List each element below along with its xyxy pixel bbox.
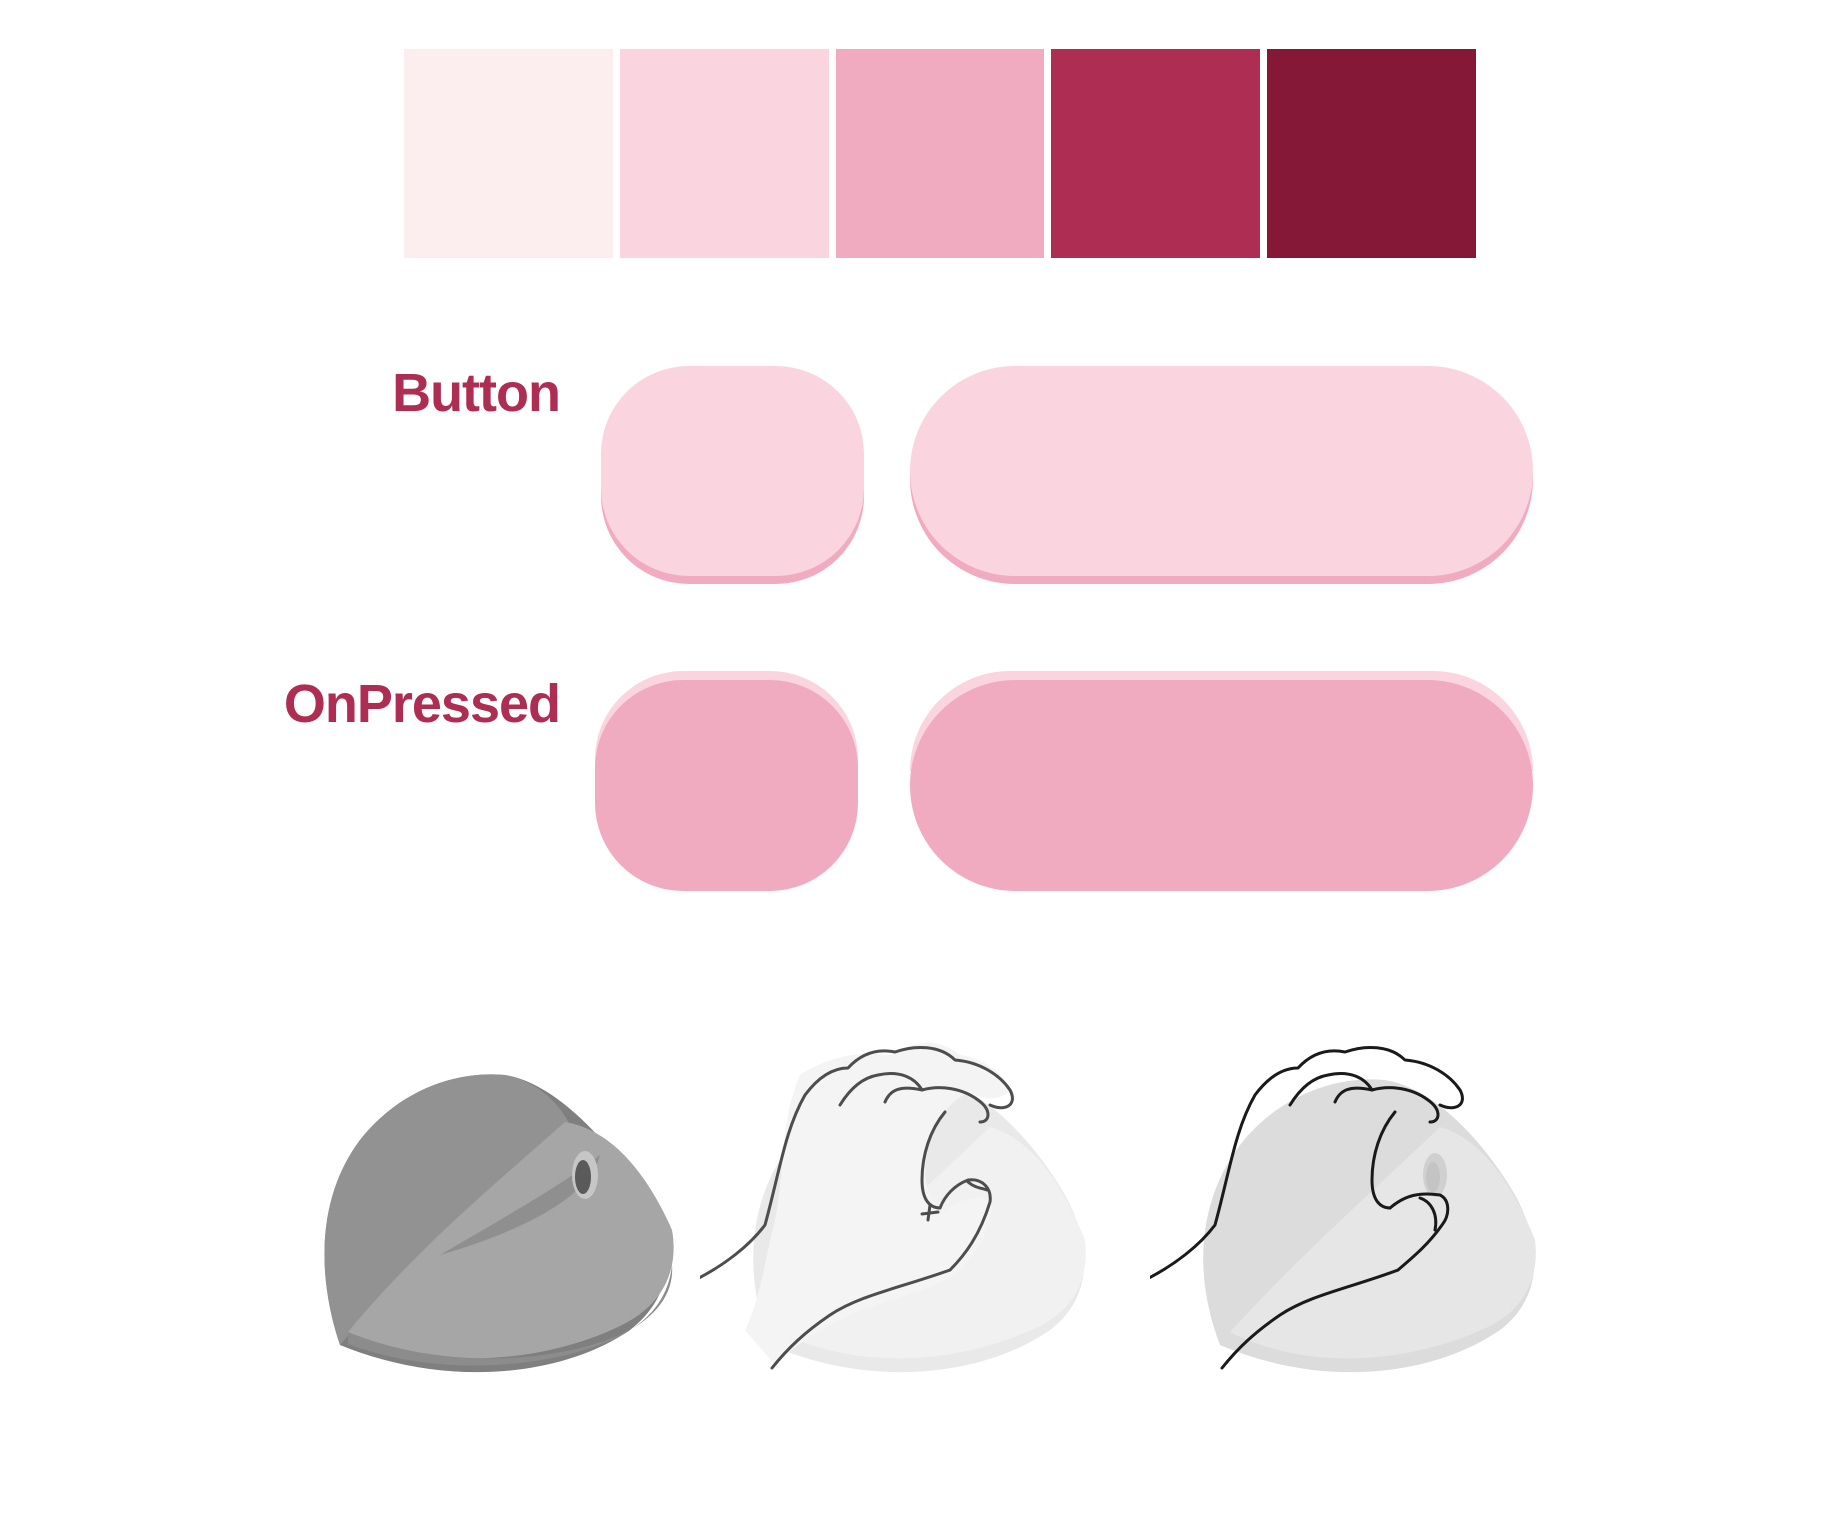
pill-button-pressed[interactable] bbox=[910, 671, 1533, 891]
illustrations bbox=[300, 1030, 1600, 1430]
color-palette bbox=[404, 49, 1476, 258]
button-face bbox=[601, 366, 864, 576]
swatch-raspberry-600 bbox=[1051, 49, 1261, 258]
button-face bbox=[910, 680, 1533, 891]
swatch-raspberry-800 bbox=[1267, 49, 1476, 258]
mouse-icon bbox=[324, 1074, 674, 1373]
pill-button[interactable] bbox=[910, 366, 1533, 584]
button-face bbox=[910, 366, 1533, 576]
swatch-pink-100 bbox=[619, 49, 829, 258]
square-button[interactable] bbox=[601, 366, 864, 584]
hand-mouse-icon bbox=[1150, 1046, 1536, 1373]
square-button-pressed[interactable] bbox=[595, 671, 858, 891]
button-face bbox=[595, 680, 858, 891]
pressed-state-label: OnPressed bbox=[283, 674, 561, 734]
swatch-pink-300 bbox=[835, 49, 1045, 258]
button-state-label: Button bbox=[392, 363, 561, 423]
hand-mouse-icon bbox=[700, 1042, 1086, 1373]
swatch-pink-50 bbox=[404, 49, 613, 258]
